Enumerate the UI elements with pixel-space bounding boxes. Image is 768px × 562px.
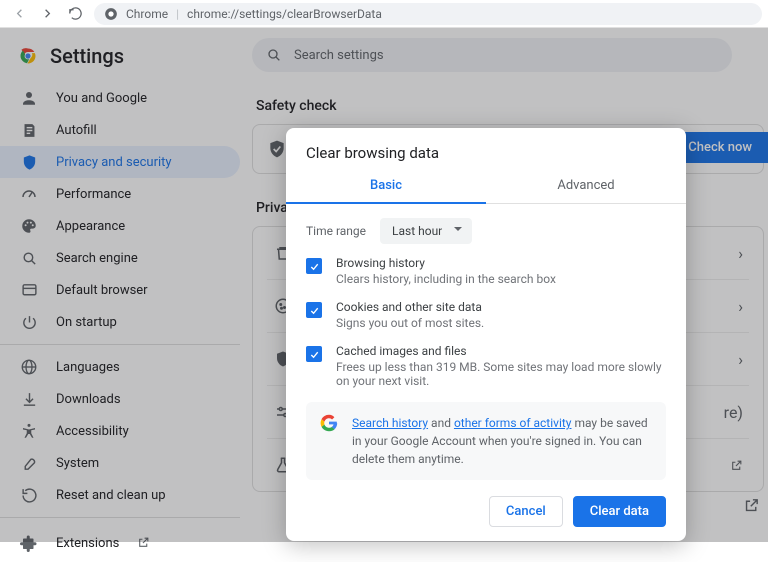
omnibox-url: chrome://settings/clearBrowserData <box>187 7 382 21</box>
option-cookies[interactable]: Cookies and other site data Signs you out… <box>306 300 666 330</box>
option-sub: Frees up less than 319 MB. Some sites ma… <box>336 360 666 388</box>
time-range-select[interactable]: Last hour <box>380 218 472 244</box>
omnibox[interactable]: Chrome | chrome://settings/clearBrowserD… <box>94 3 762 25</box>
option-sub: Signs you out of most sites. <box>336 316 484 330</box>
option-cache[interactable]: Cached images and files Frees up less tha… <box>306 344 666 388</box>
time-range-value: Last hour <box>392 224 442 238</box>
option-sub: Clears history, including in the search … <box>336 272 556 286</box>
google-account-notice: Search history and other forms of activi… <box>306 402 666 480</box>
dialog-actions: Cancel Clear data <box>286 480 686 527</box>
dialog-title: Clear browsing data <box>286 128 686 168</box>
cancel-button[interactable]: Cancel <box>489 496 563 527</box>
option-title: Browsing history <box>336 256 556 270</box>
clear-browsing-data-dialog: Clear browsing data Basic Advanced Time … <box>286 128 686 541</box>
site-label: Chrome <box>126 7 168 21</box>
checkbox-checked-icon[interactable] <box>306 346 322 362</box>
time-range-label: Time range <box>306 224 366 238</box>
notice-link-other-activity[interactable]: other forms of activity <box>454 416 572 430</box>
google-g-icon <box>320 414 338 468</box>
tab-advanced[interactable]: Advanced <box>486 168 686 203</box>
options-list: Browsing history Clears history, includin… <box>286 250 686 390</box>
back-button[interactable] <box>6 2 32 26</box>
forward-button[interactable] <box>34 2 60 26</box>
site-chrome-icon <box>104 7 118 21</box>
checkbox-checked-icon[interactable] <box>306 258 322 274</box>
option-browsing-history[interactable]: Browsing history Clears history, includin… <box>306 256 666 286</box>
notice-link-search-history[interactable]: Search history <box>352 416 428 430</box>
checkbox-checked-icon[interactable] <box>306 302 322 318</box>
option-title: Cached images and files <box>336 344 666 358</box>
omnibox-separator: | <box>176 7 179 21</box>
tab-basic[interactable]: Basic <box>286 168 486 203</box>
dialog-tabs: Basic Advanced <box>286 168 686 204</box>
browser-toolbar: Chrome | chrome://settings/clearBrowserD… <box>0 0 768 28</box>
reload-button[interactable] <box>62 2 88 26</box>
clear-data-button[interactable]: Clear data <box>573 496 666 527</box>
option-title: Cookies and other site data <box>336 300 484 314</box>
